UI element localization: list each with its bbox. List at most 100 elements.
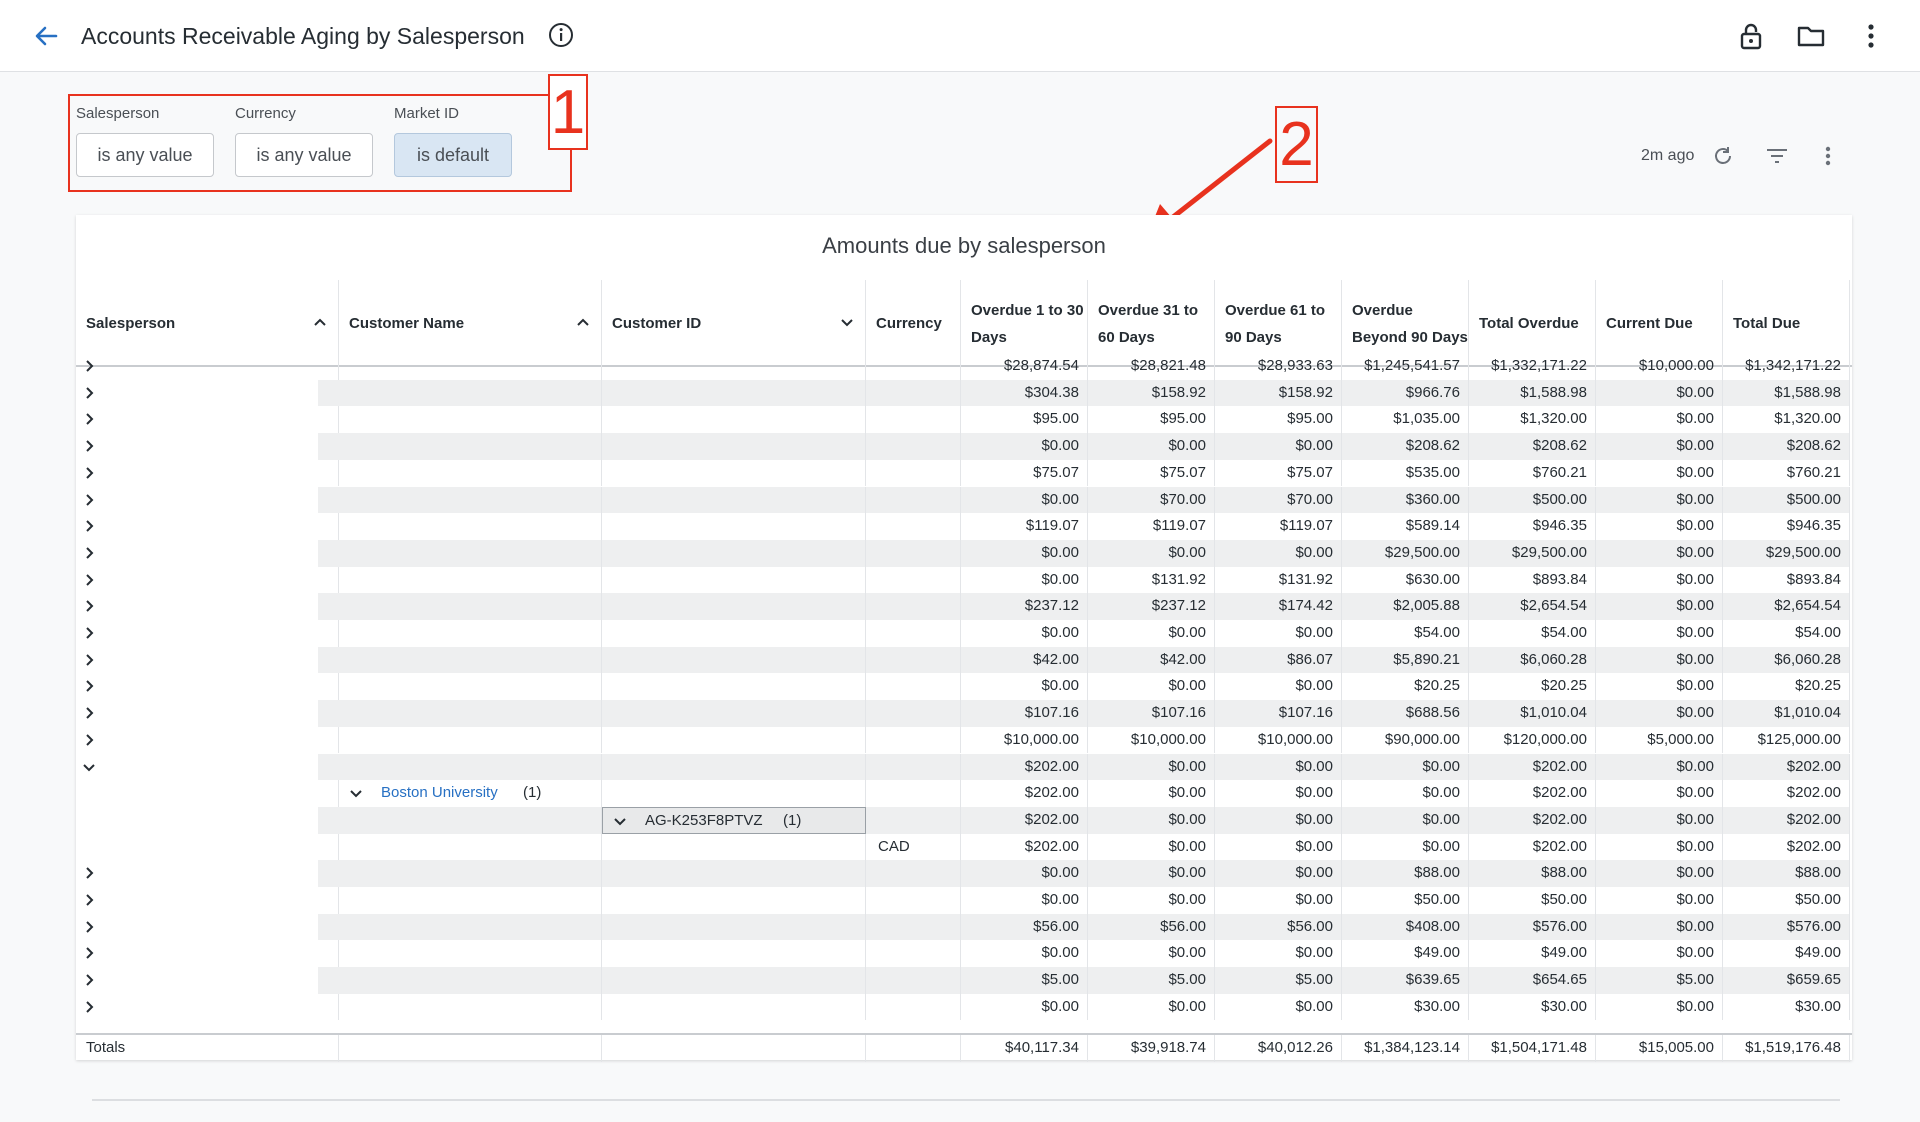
amount-cell: $1,332,171.22 <box>1469 353 1596 380</box>
chevron-right-icon[interactable] <box>80 544 98 562</box>
amount-cell: $0.00 <box>1215 993 1342 1021</box>
table-row[interactable]: $10,000.00 $10,000.00 $10,000.00 $90,000.00… <box>76 726 1852 754</box>
table-row[interactable]: $28,874.54 $28,821.48 $28,933.63 $1,245,541… <box>76 353 1852 380</box>
amount-cell: $49.00 <box>1469 940 1596 968</box>
table-row[interactable]: $0.00 $0.00 $0.00 $208.62 $208.62 $0.00 $208.6… <box>76 433 1852 460</box>
totals-cell: $39,918.74 <box>1088 1035 1215 1062</box>
customer-name-cell <box>339 700 602 727</box>
table-row[interactable]: $0.00 $0.00 $0.00 $20.25 $20.25 $0.00 $20.25 <box>76 673 1852 701</box>
folder-button[interactable] <box>1793 18 1829 54</box>
amount-cell: $5,000.00 <box>1596 726 1723 754</box>
customer-name-cell <box>339 726 602 754</box>
chevron-right-icon[interactable] <box>80 704 98 722</box>
salesperson-cell <box>76 753 339 781</box>
amount-cell: $500.00 <box>1469 486 1596 514</box>
amount-cell: $0.00 <box>1596 940 1723 968</box>
table-row[interactable]: AG-K253F8PTVZ (1) $202.00 $0.00 $0.00 $0.00 $2… <box>76 806 1852 834</box>
table-row[interactable]: $0.00 $131.92 $131.92 $630.00 $893.84 $0.00 $8… <box>76 566 1852 594</box>
chevron-down-icon[interactable] <box>611 812 629 830</box>
chevron-right-icon[interactable] <box>80 971 98 989</box>
dashboard-more-button[interactable] <box>1825 144 1831 168</box>
lock-button[interactable] <box>1733 18 1769 54</box>
currency-cell <box>866 806 961 834</box>
table-row[interactable]: $0.00 $0.00 $0.00 $30.00 $30.00 $0.00 $30.00 <box>76 993 1852 1021</box>
chevron-right-icon[interactable] <box>80 597 98 615</box>
amount-cell: $1,245,541.57 <box>1342 353 1469 380</box>
amount-cell: $0.00 <box>961 940 1088 968</box>
amount-cell: $208.62 <box>1469 433 1596 460</box>
table-row[interactable]: $0.00 $0.00 $0.00 $29,500.00 $29,500.00 $0.00… <box>76 539 1852 567</box>
table-row[interactable]: $75.07 $75.07 $75.07 $535.00 $760.21 $0.00 $76… <box>76 459 1852 487</box>
table-row[interactable]: $0.00 $0.00 $0.00 $54.00 $54.00 $0.00 $54.00 <box>76 620 1852 647</box>
chevron-right-icon[interactable] <box>80 384 98 402</box>
table-row[interactable]: $95.00 $95.00 $95.00 $1,035.00 $1,320.00 $0.0… <box>76 406 1852 434</box>
amount-cell: $2,654.54 <box>1723 593 1850 620</box>
customer-name-cell <box>339 379 602 407</box>
chevron-right-icon[interactable] <box>80 357 98 375</box>
row-shade <box>318 486 339 514</box>
amount-cell: $0.00 <box>1215 806 1342 834</box>
chevron-right-icon[interactable] <box>80 464 98 482</box>
chevron-right-icon[interactable] <box>80 998 98 1016</box>
table-row[interactable]: $107.16 $107.16 $107.16 $688.56 $1,010.04 $0.… <box>76 700 1852 727</box>
amount-cell: $2,654.54 <box>1469 593 1596 620</box>
customer-id-cell <box>602 646 866 674</box>
table-row[interactable]: $5.00 $5.00 $5.00 $639.65 $654.65 $5.00 $659.6… <box>76 967 1852 994</box>
table-row[interactable]: $0.00 $0.00 $0.00 $50.00 $50.00 $0.00 $50.00 <box>76 887 1852 914</box>
amount-cell: $0.00 <box>1596 887 1723 914</box>
chevron-right-icon[interactable] <box>80 571 98 589</box>
table-row[interactable]: $202.00 $0.00 $0.00 $0.00 $202.00 $0.00 $202.0… <box>76 753 1852 781</box>
table-row[interactable]: $119.07 $119.07 $119.07 $589.14 $946.35 $0.00… <box>76 513 1852 540</box>
amount-cell: $202.00 <box>961 780 1088 807</box>
amount-cell: $0.00 <box>1596 806 1723 834</box>
chevron-down-icon[interactable] <box>839 314 855 330</box>
amount-cell: $1,588.98 <box>1469 379 1596 407</box>
more-options-button[interactable] <box>1853 18 1889 54</box>
table-row[interactable]: Boston University (1) $202.00 $0.00 $0.00 $0.… <box>76 780 1852 807</box>
amount-cell: $659.65 <box>1723 967 1850 994</box>
back-arrow-icon[interactable] <box>30 20 62 52</box>
amount-cell: $893.84 <box>1469 566 1596 594</box>
chevron-right-icon[interactable] <box>80 864 98 882</box>
amount-cell: $0.00 <box>1088 620 1215 647</box>
amount-cell: $202.00 <box>961 806 1088 834</box>
table-row[interactable]: $0.00 $70.00 $70.00 $360.00 $500.00 $0.00 $500… <box>76 486 1852 514</box>
amount-cell: $95.00 <box>1215 406 1342 434</box>
chevron-right-icon[interactable] <box>80 517 98 535</box>
chevron-right-icon[interactable] <box>80 491 98 509</box>
chevron-right-icon[interactable] <box>80 651 98 669</box>
chevron-up-icon[interactable] <box>312 314 328 330</box>
currency-cell: CAD <box>866 833 961 861</box>
filter-toggle-button[interactable] <box>1766 144 1788 168</box>
chevron-right-icon[interactable] <box>80 437 98 455</box>
customer-name-cell <box>339 887 602 914</box>
chevron-right-icon[interactable] <box>80 731 98 749</box>
chevron-right-icon[interactable] <box>80 944 98 962</box>
info-icon[interactable] <box>548 22 574 48</box>
chevron-right-icon[interactable] <box>80 624 98 642</box>
table-row[interactable]: $237.12 $237.12 $174.42 $2,005.88 $2,654.54 $… <box>76 593 1852 620</box>
customer-id-cell <box>602 513 866 540</box>
totals-cell: $1,504,171.48 <box>1469 1035 1596 1062</box>
chevron-right-icon[interactable] <box>80 677 98 695</box>
refresh-button[interactable] <box>1712 144 1734 168</box>
amount-cell: $49.00 <box>1723 940 1850 968</box>
chevron-right-icon[interactable] <box>80 918 98 936</box>
currency-cell <box>866 673 961 701</box>
customer-id-cell <box>602 620 866 647</box>
table-row[interactable]: $42.00 $42.00 $86.07 $5,890.21 $6,060.28 $0.0… <box>76 646 1852 674</box>
table-row[interactable]: $304.38 $158.92 $158.92 $966.76 $1,588.98 $0.… <box>76 379 1852 407</box>
chevron-right-icon[interactable] <box>80 410 98 428</box>
table-row[interactable]: $0.00 $0.00 $0.00 $88.00 $88.00 $0.00 $88.00 <box>76 860 1852 887</box>
chevron-right-icon[interactable] <box>80 891 98 909</box>
chevron-down-icon[interactable] <box>80 758 98 776</box>
chevron-up-icon[interactable] <box>575 314 591 330</box>
lock-icon <box>1740 23 1762 50</box>
amount-cell: $0.00 <box>1596 539 1723 567</box>
amount-cell: $237.12 <box>961 593 1088 620</box>
chevron-down-icon[interactable] <box>347 784 365 802</box>
table-row[interactable]: $0.00 $0.00 $0.00 $49.00 $49.00 $0.00 $49.00 <box>76 940 1852 968</box>
table-row[interactable]: CAD $202.00 $0.00 $0.00 $0.00 $202.00 $0.00 $20… <box>76 833 1852 861</box>
customer-link[interactable]: Boston University <box>381 780 498 807</box>
table-row[interactable]: $56.00 $56.00 $56.00 $408.00 $576.00 $0.00 $57… <box>76 913 1852 941</box>
